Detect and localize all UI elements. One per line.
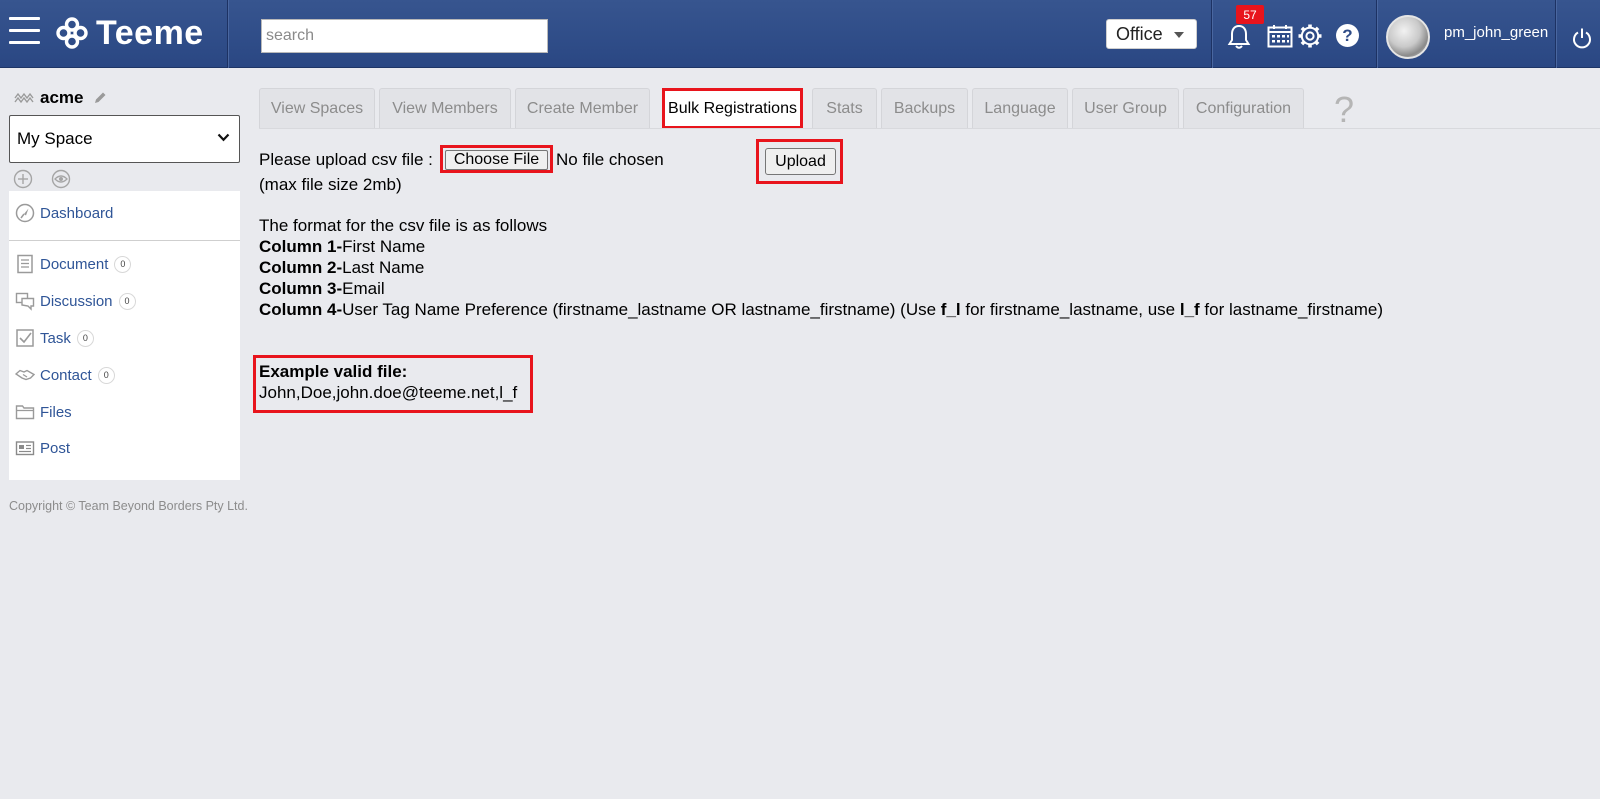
header-divider <box>1555 0 1556 68</box>
tab-view-spaces[interactable]: View Spaces <box>259 88 375 128</box>
header-divider <box>227 0 228 68</box>
document-icon <box>17 254 33 274</box>
space-title: acme <box>14 88 107 108</box>
format-column-1: Column 1-First Name <box>259 237 425 257</box>
column-key: Column 1- <box>259 237 343 256</box>
post-icon <box>15 441 35 456</box>
choose-file-highlight: Choose File <box>440 145 553 173</box>
sidebar-item-post[interactable]: Post <box>15 438 70 458</box>
header-divider <box>1376 0 1377 68</box>
add-circle-icon[interactable] <box>13 169 33 189</box>
format-column-3: Column 3-Email <box>259 279 385 299</box>
office-dropdown[interactable]: Office <box>1106 19 1197 49</box>
column-value-end: for lastname_firstname) <box>1199 300 1383 319</box>
help-question-icon[interactable]: ? <box>1334 89 1354 131</box>
sidebar-nav: Dashboard Document 0 Discussion 0 Task 0 <box>9 191 240 480</box>
pencil-icon[interactable] <box>93 91 107 105</box>
calendar-icon[interactable] <box>1267 24 1293 48</box>
discussion-icon <box>15 292 35 311</box>
caret-down-icon <box>1174 32 1184 38</box>
tab-language[interactable]: Language <box>972 88 1068 128</box>
menu-icon[interactable] <box>9 17 40 47</box>
format-column-2: Column 2-Last Name <box>259 258 424 278</box>
app-name: Teeme <box>96 13 204 52</box>
tab-create-member[interactable]: Create Member <box>515 88 650 128</box>
help-icon[interactable]: ? <box>1336 24 1359 47</box>
column-key: Column 3- <box>259 279 343 298</box>
sidebar-item-contact[interactable]: Contact 0 <box>15 365 115 385</box>
count-badge: 0 <box>76 329 94 347</box>
format-intro: The format for the csv file is as follow… <box>259 216 548 235</box>
contact-icon <box>15 369 35 381</box>
code-l-f: l_f <box>1179 300 1200 319</box>
folder-icon <box>15 405 35 420</box>
max-size-note: (max file size 2mb) <box>259 175 402 194</box>
column-value: Last Name <box>342 258 425 277</box>
teeme-logo-icon <box>56 17 88 49</box>
choose-file-button[interactable]: Choose File <box>445 150 548 170</box>
column-value: First Name <box>342 237 426 256</box>
eye-icon[interactable] <box>51 169 71 189</box>
space-icon <box>14 92 34 104</box>
tab-backups[interactable]: Backups <box>881 88 968 128</box>
column-value: User Tag Name Preference (firstname_last… <box>342 300 941 319</box>
tab-stats[interactable]: Stats <box>812 88 877 128</box>
space-actions <box>13 169 71 189</box>
sidebar-item-dashboard[interactable]: Dashboard <box>15 203 113 223</box>
search-input[interactable] <box>261 19 548 53</box>
space-selector[interactable]: My Space <box>9 115 240 163</box>
column-value: Email <box>342 279 385 298</box>
sidebar-item-label: Files <box>40 403 72 421</box>
upload-prompt: Please upload csv file : <box>259 150 433 169</box>
format-column-4: Column 4-User Tag Name Preference (first… <box>259 300 1383 320</box>
code-f-l: f_l <box>940 300 961 319</box>
sidebar-item-label: Dashboard <box>40 204 114 222</box>
sidebar-item-label: Task <box>40 329 71 347</box>
count-badge: 0 <box>97 366 115 384</box>
space-name: acme <box>40 88 84 107</box>
column-key: Column 4- <box>259 300 343 319</box>
count-badge: 0 <box>114 255 132 273</box>
example-highlight <box>253 355 533 413</box>
tab-bulk-registrations[interactable]: Bulk Registrations <box>662 88 803 129</box>
power-icon[interactable] <box>1572 27 1592 49</box>
task-icon <box>16 329 34 347</box>
count-badge: 0 <box>118 292 136 310</box>
dashboard-icon <box>15 203 35 223</box>
sidebar-item-document[interactable]: Document 0 <box>15 254 132 274</box>
copyright: Copyright © Team Beyond Borders Pty Ltd. <box>9 499 248 513</box>
sidebar-item-label: Post <box>40 439 71 457</box>
chevron-down-icon <box>217 133 230 142</box>
sidebar-item-task[interactable]: Task 0 <box>15 328 94 348</box>
tab-configuration[interactable]: Configuration <box>1183 88 1304 128</box>
sidebar-item-label: Contact <box>40 366 92 384</box>
gear-icon[interactable] <box>1297 23 1323 49</box>
avatar[interactable] <box>1386 15 1430 59</box>
upload-highlight: Upload <box>756 139 843 184</box>
teeme-logo[interactable]: Teeme <box>56 13 204 52</box>
column-value-mid: for firstname_lastname, use <box>960 300 1180 319</box>
sidebar-item-label: Discussion <box>40 292 113 310</box>
upload-button[interactable]: Upload <box>765 148 836 175</box>
no-file-chosen-text: No file chosen <box>556 150 664 169</box>
sidebar-item-files[interactable]: Files <box>15 402 72 422</box>
username[interactable]: pm_john_green <box>1444 24 1548 41</box>
sidebar-item-discussion[interactable]: Discussion 0 <box>15 291 136 311</box>
bell-icon[interactable] <box>1227 23 1251 50</box>
tab-user-group[interactable]: User Group <box>1072 88 1179 128</box>
notification-badge: 57 <box>1236 5 1264 24</box>
tab-view-members[interactable]: View Members <box>379 88 511 128</box>
nav-divider <box>9 240 240 241</box>
sidebar-item-label: Document <box>40 255 109 273</box>
header-divider <box>1211 0 1212 68</box>
column-key: Column 2- <box>259 258 343 277</box>
top-header: Teeme Office 57 ? pm_john_green <box>0 0 1600 68</box>
tabs-underline <box>259 128 1600 129</box>
office-dropdown-label: Office <box>1116 23 1163 44</box>
space-selector-value: My Space <box>17 129 93 148</box>
